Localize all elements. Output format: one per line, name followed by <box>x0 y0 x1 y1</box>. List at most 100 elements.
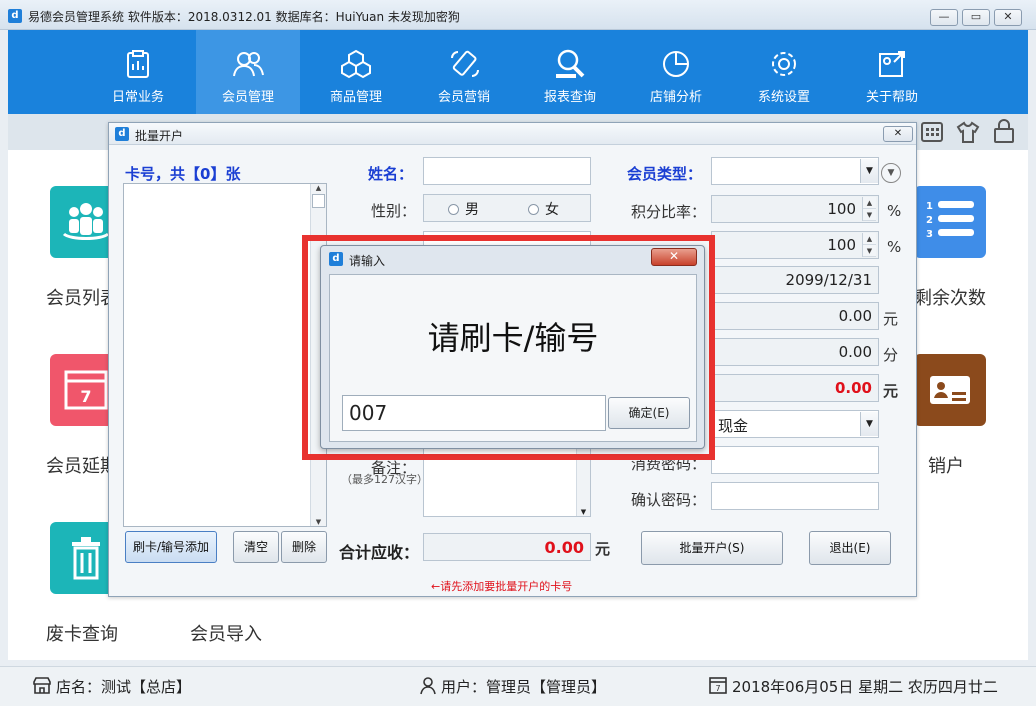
boxes-icon <box>341 49 371 79</box>
name-label: 姓名： <box>368 165 414 183</box>
value1-input[interactable]: 0.00 <box>711 302 879 330</box>
expire-date-input[interactable]: 2099/12/31 <box>711 266 879 294</box>
confirm-password-label: 确认密码： <box>631 491 707 509</box>
unit2-label: 分 <box>883 346 899 364</box>
unit3-label: 元 <box>883 382 899 400</box>
phone-icon <box>451 50 479 77</box>
nav-label: 关于帮助 <box>865 90 918 105</box>
female-label: 女 <box>545 202 559 218</box>
store-icon <box>33 677 51 694</box>
delete-button[interactable]: 删除 <box>281 531 327 563</box>
chevron-down-icon[interactable]: ▼ <box>860 159 878 183</box>
exit-button[interactable]: 退出(E) <box>809 531 891 565</box>
password-input[interactable] <box>711 446 879 474</box>
batch-open-button[interactable]: 批量开户(S) <box>641 531 783 565</box>
points-rate-input[interactable]: 100 <box>711 195 879 223</box>
clipboard-icon <box>127 50 149 78</box>
rate2-input[interactable]: 100 <box>711 231 879 259</box>
nav-label: 系统设置 <box>757 90 810 105</box>
numbered-list-icon: 1 2 3 <box>926 201 974 240</box>
close-button[interactable]: ✕ <box>994 9 1022 26</box>
input-dialog-close-button[interactable]: ✕ <box>651 248 697 266</box>
dialog-close-button[interactable]: ✕ <box>883 126 913 142</box>
nav-store-analysis[interactable]: 店铺分析 <box>624 30 728 114</box>
dialog-title: 批量开户 <box>135 129 184 143</box>
rate2-spinner[interactable]: ▲ ▼ <box>862 233 876 257</box>
nav-label: 报表查询 <box>543 90 596 105</box>
store-name: 店名：测试【总店】 <box>56 678 192 696</box>
card-number-input[interactable]: 007 <box>342 395 606 431</box>
minimize-button[interactable]: — <box>930 9 958 26</box>
gender-label: 性别： <box>371 202 417 220</box>
input-dialog: d 请输入 ✕ 请刷卡/输号 007 确定(E) <box>320 245 705 449</box>
total-unit: 元 <box>595 540 611 558</box>
nav-label: 会员营销 <box>437 90 490 105</box>
clear-button[interactable]: 清空 <box>233 531 279 563</box>
card-count-label: 卡号，共【0】张 <box>125 165 241 183</box>
user-icon <box>420 677 436 695</box>
confirm-password-input[interactable] <box>711 482 879 510</box>
male-radio[interactable]: 男 <box>448 199 479 219</box>
calendar-icon: 7 <box>709 677 727 694</box>
app-logo-icon: d <box>8 9 22 23</box>
add-card-button[interactable]: 刷卡/输号添加 <box>125 531 217 563</box>
help-icon <box>879 51 905 77</box>
chevron-down-icon[interactable]: ▼ <box>860 412 878 436</box>
nav-daily-business[interactable]: 日常业务 <box>86 30 190 114</box>
maximize-button[interactable]: ▭ <box>962 9 990 26</box>
main-nav: 日常业务 会员管理 商品管理 会员营销 报表查询 店铺分析 系统设置 关于帮助 <box>8 30 1028 114</box>
expand-circle-icon[interactable]: ▼ <box>881 163 901 183</box>
svg-text:2: 2 <box>926 215 933 226</box>
shirt-icon[interactable] <box>956 120 980 144</box>
nav-about-help[interactable]: 关于帮助 <box>840 30 944 114</box>
payment-value: 现金 <box>718 417 749 435</box>
member-import-label: 会员导入 <box>190 624 262 645</box>
card-number-list[interactable]: ▲ ▼ <box>123 183 327 527</box>
name-input[interactable] <box>423 157 591 185</box>
nav-member-marketing[interactable]: 会员营销 <box>412 30 516 114</box>
status-bar: 店名：测试【总店】 用户：管理员【管理员】 7 2018年06月05日 星期二 … <box>0 666 1036 706</box>
female-radio[interactable]: 女 <box>528 199 559 219</box>
percent-label: % <box>887 202 902 220</box>
app-logo-icon: d <box>115 127 129 141</box>
hint-text: ←请先添加要批量开户的卡号 <box>431 580 573 593</box>
remaining-times-tile[interactable]: 1 2 3 <box>914 186 986 258</box>
pie-chart-icon <box>663 51 689 77</box>
remark-hint: （最多127汉字） <box>341 473 428 486</box>
total-label: 合计应收： <box>339 543 420 562</box>
unit1-label: 元 <box>883 310 899 328</box>
lock-icon[interactable] <box>992 118 1016 144</box>
nav-product-management[interactable]: 商品管理 <box>304 30 408 114</box>
remaining-times-label: 剩余次数 <box>914 288 986 309</box>
value2-input[interactable]: 0.00 <box>711 338 879 366</box>
calculator-icon[interactable] <box>920 120 944 144</box>
member-type-select[interactable]: ▼ <box>711 157 879 185</box>
confirm-button[interactable]: 确定(E) <box>608 397 690 429</box>
gear-icon <box>772 52 796 76</box>
nav-label: 店铺分析 <box>649 90 702 105</box>
payment-select[interactable]: 现金 ▼ <box>711 410 879 438</box>
svg-text:7: 7 <box>715 684 720 693</box>
dialog-titlebar: d 批量开户 ✕ <box>109 123 916 145</box>
svg-text:7: 7 <box>80 387 91 406</box>
window-title: 易德会员管理系统 软件版本：2018.0312.01 数据库名：HuiYuan … <box>28 10 460 24</box>
points-rate-spinner[interactable]: ▲ ▼ <box>862 197 876 221</box>
current-user: 用户：管理员【管理员】 <box>441 678 607 696</box>
app-logo-icon: d <box>329 252 343 266</box>
discard-query-label: 废卡查询 <box>46 624 118 645</box>
nav-label: 日常业务 <box>111 90 164 105</box>
gender-group: 男 女 <box>423 194 591 222</box>
swipe-card-prompt: 请刷卡/输号 <box>427 319 599 357</box>
nav-report-query[interactable]: 报表查询 <box>518 30 622 114</box>
points-rate-label: 积分比率： <box>631 203 707 221</box>
male-label: 男 <box>465 202 479 218</box>
nav-system-settings[interactable]: 系统设置 <box>732 30 836 114</box>
cancel-account-tile[interactable] <box>914 354 986 426</box>
nav-label: 会员管理 <box>221 90 274 105</box>
cancel-account-label: 销户 <box>928 456 964 477</box>
total-amount: 0.00 <box>423 533 591 561</box>
svg-text:1: 1 <box>926 201 933 212</box>
nav-member-management[interactable]: 会员管理 <box>196 30 300 114</box>
current-date: 2018年06月05日 星期二 农历四月廿二 <box>732 678 998 696</box>
id-card-icon <box>930 376 970 404</box>
